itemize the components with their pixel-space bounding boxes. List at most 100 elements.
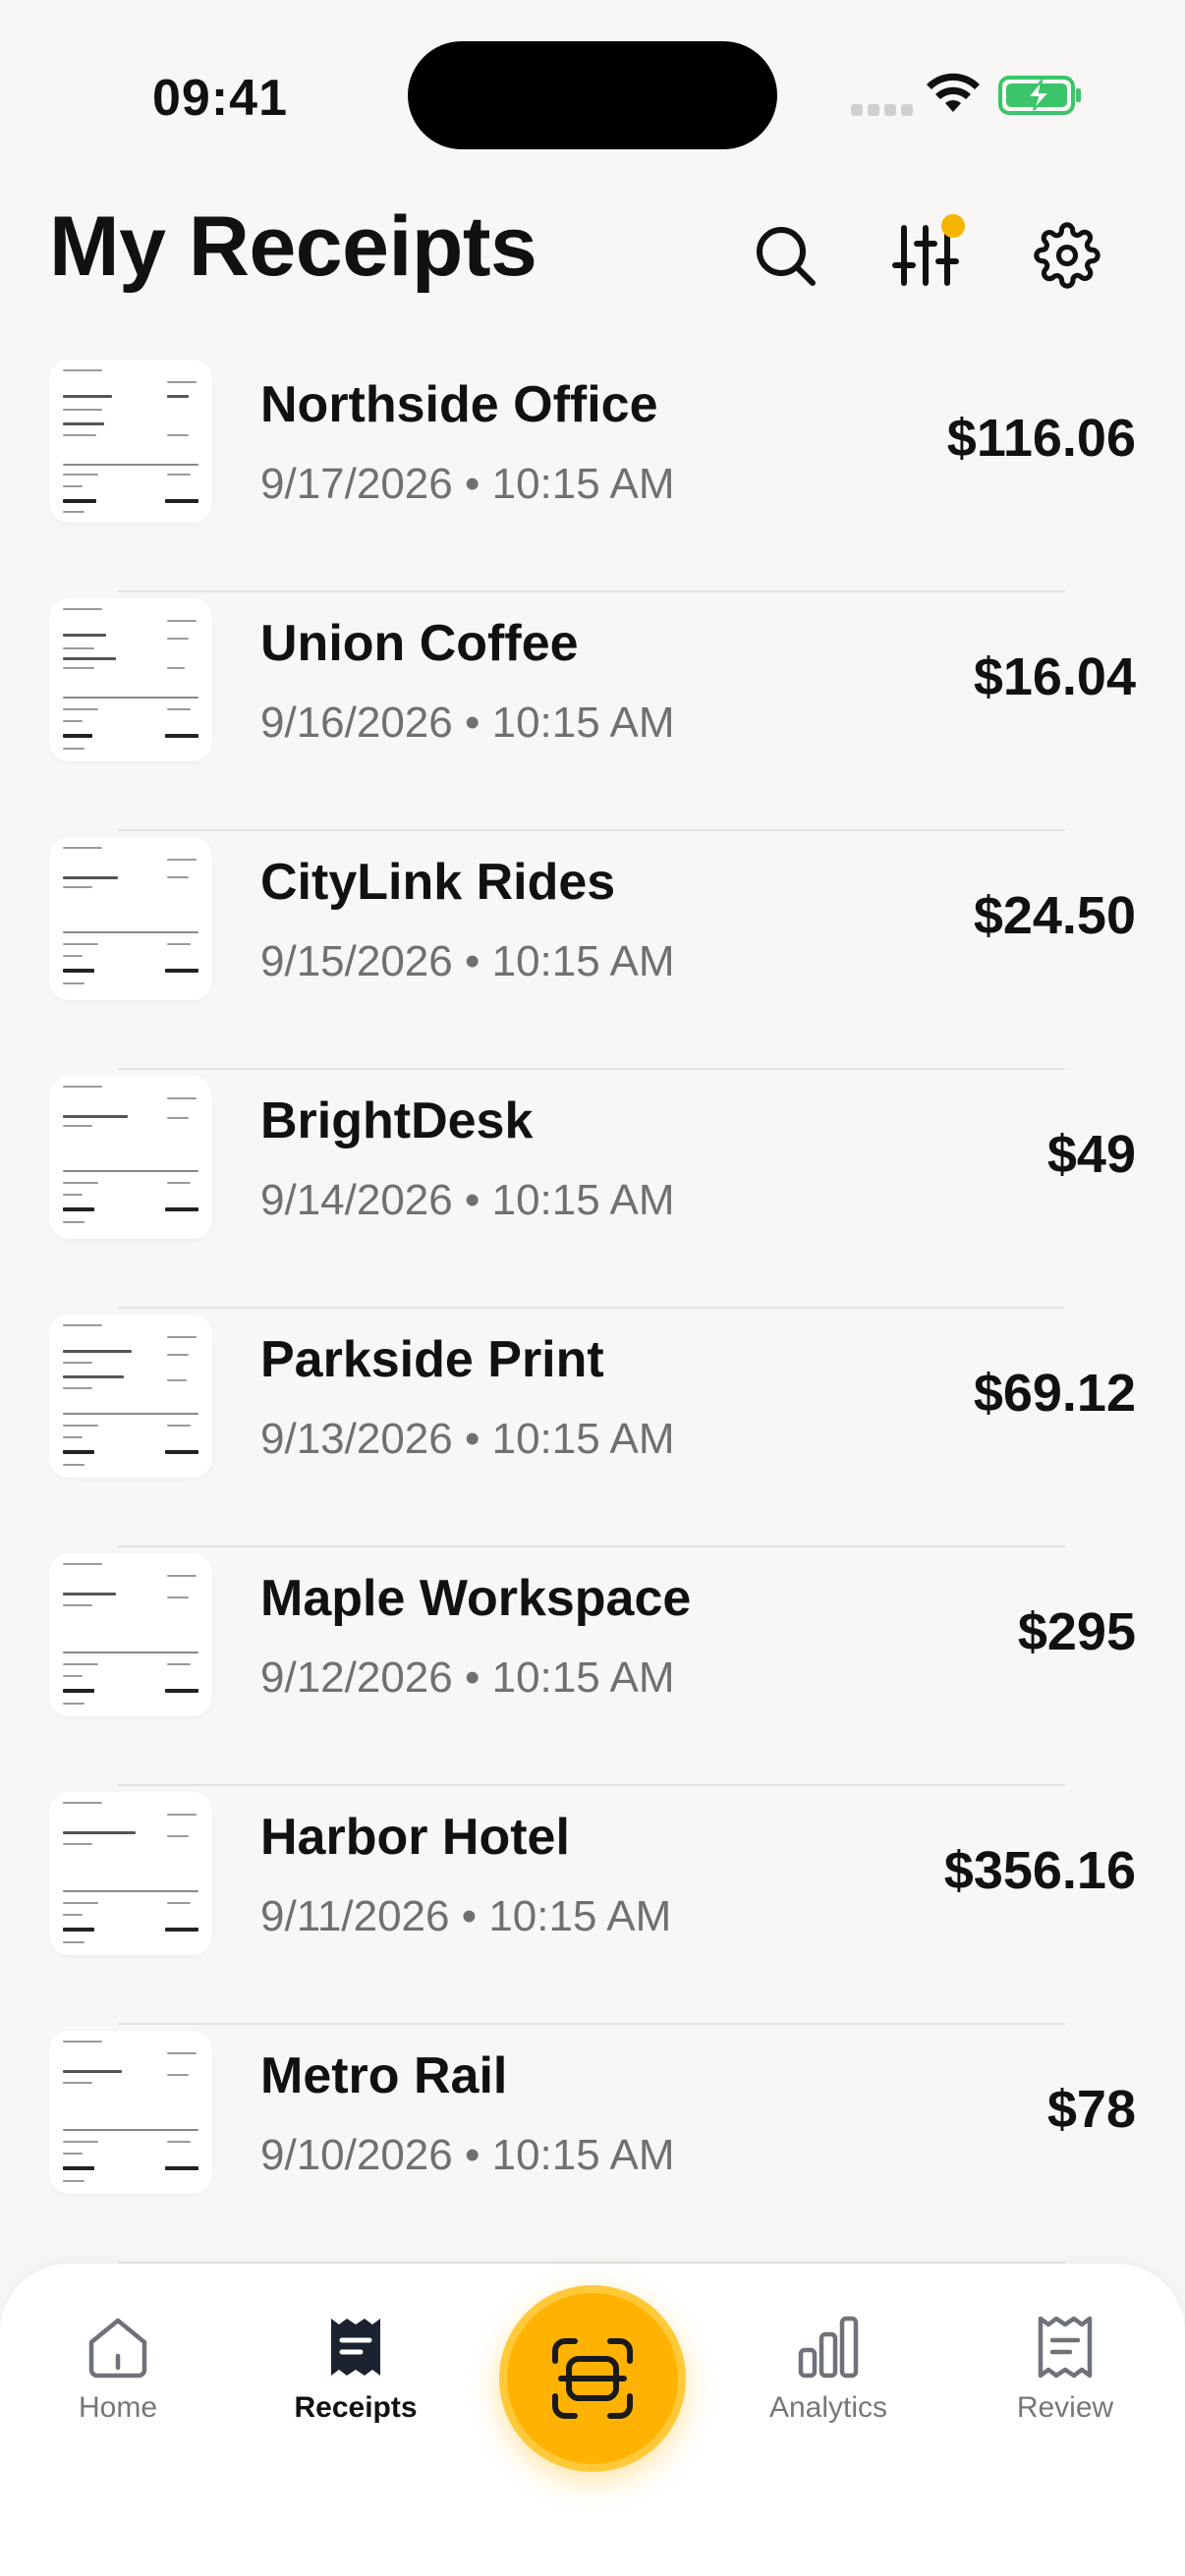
receipt-paper-line [63,1593,116,1596]
receipt-paper-line [167,1596,189,1598]
receipt-row[interactable]: BrightDesk 9/14/2026 • 10:15 AM $49 [0,1070,1185,1309]
cellular-signal-icon [851,104,913,116]
receipt-paper-line [63,1375,124,1378]
receipt-paper-line [63,969,94,973]
filter-button[interactable] [884,214,967,297]
receipt-paper-line [63,1221,85,1223]
receipt-thumbnail [49,598,212,761]
tab-home[interactable]: Home [20,2313,216,2425]
status-bar: 09:41 [0,0,1185,187]
receipt-paper-line [63,1194,83,1196]
receipt-paper-line [167,859,197,861]
gear-icon [1034,222,1100,289]
receipt-paper-line [63,1563,102,1565]
receipt-paper-line [63,876,118,879]
receipt-paper-line [63,608,102,610]
receipt-amount: $116.06 [946,409,1136,468]
receipt-amount: $69.12 [973,1364,1136,1423]
dynamic-island [408,41,777,149]
receipt-row[interactable]: CityLink Rides 9/15/2026 • 10:15 AM $24.… [0,831,1185,1070]
receipt-paper-line [63,2082,92,2084]
receipt-paper-line [63,474,98,476]
receipt-paper-line [63,2180,85,2182]
receipt-paper-line [63,1207,94,1211]
receipt-row[interactable]: Northside Office 9/17/2026 • 10:15 AM $1… [0,354,1185,592]
receipt-paper-line [63,982,85,984]
receipt-paper-line [167,1097,197,1099]
receipt-paper-line [167,1354,189,1356]
receipt-row[interactable]: Metro Rail 9/10/2026 • 10:15 AM $78 [0,2025,1185,2264]
receipt-paper-line [63,395,112,398]
receipt-paper-line [63,1115,128,1118]
filter-active-indicator [941,214,965,238]
receipt-paper-line [167,1336,197,1338]
receipt-paper-line [167,1663,191,1665]
receipt-paper-line [167,1182,191,1184]
receipt-merchant: Parkside Print [260,1331,604,1388]
receipt-paper-line [167,2052,197,2054]
receipt-paper-line [63,1843,92,1845]
receipt-paper-line [167,1425,191,1427]
tab-receipts-label: Receipts [294,2391,418,2424]
receipt-paper-line [63,697,198,699]
receipt-paper-line [63,634,106,637]
receipt-paper-line [63,1324,102,1326]
receipt-amount: $78 [1046,2080,1136,2139]
receipt-thumbnail [49,1315,212,1478]
receipt-paper-line [63,1170,198,1172]
receipt-paper-line [165,499,198,503]
status-time: 09:41 [152,70,288,127]
receipt-paper-line [63,1902,98,1904]
settings-button[interactable] [1026,214,1108,297]
receipt-date: 9/14/2026 • 10:15 AM [260,1176,675,1224]
receipt-paper-line [63,409,102,411]
receipt-amount: $24.50 [973,886,1136,945]
receipt-row[interactable]: Parkside Print 9/13/2026 • 10:15 AM $69.… [0,1309,1185,1547]
receipt-row[interactable]: Maple Workspace 9/12/2026 • 10:15 AM $29… [0,1547,1185,1786]
receipt-list: Northside Office 9/17/2026 • 10:15 AM $1… [0,354,1185,2264]
receipt-paper-line [63,748,85,750]
receipt-icon [331,2319,380,2376]
receipt-paper-line [63,1604,92,1606]
receipt-paper-line [167,474,191,476]
receipt-paper-line [63,1914,83,1916]
receipt-paper-line [63,434,96,436]
receipt-paper-line [165,1928,198,1932]
receipt-paper-line [63,1703,85,1705]
receipt-merchant: Maple Workspace [260,1570,692,1627]
receipt-paper-line [63,1350,132,1353]
home-icon [88,2318,147,2379]
receipt-paper-line [63,720,83,722]
tab-receipts[interactable]: Receipts [257,2313,454,2425]
receipt-row[interactable]: Union Coffee 9/16/2026 • 10:15 AM $16.04 [0,592,1185,831]
receipt-thumbnail [49,1553,212,1716]
search-button[interactable] [744,214,826,297]
receipt-paper-line [63,2041,102,2043]
tab-analytics[interactable]: Analytics [730,2313,927,2425]
receipt-paper-line [63,1436,83,1438]
receipt-paper-line [167,395,189,398]
scan-receipt-button[interactable] [499,2285,686,2472]
receipt-paper-line [167,1902,191,1904]
receipt-paper-line [165,969,198,973]
receipt-paper-line [63,1464,85,1466]
scan-icon [552,2338,633,2419]
receipt-paper-line [167,381,197,383]
receipt-thumbnail [49,1792,212,1955]
receipt-paper-line [63,1689,94,1693]
receipt-paper-line [63,464,198,466]
receipt-merchant: CityLink Rides [260,854,616,911]
receipt-amount: $295 [1017,1602,1136,1661]
receipt-thumbnail [49,360,212,523]
receipt-paper-line [63,1928,94,1932]
tab-review[interactable]: Review [967,2313,1163,2425]
page-title: My Receipts [49,199,537,294]
receipt-thumbnail [49,837,212,1000]
receipt-date: 9/11/2026 • 10:15 AM [260,1892,672,1940]
tab-home-label: Home [78,2391,158,2424]
receipt-paper-line [167,2074,189,2076]
receipt-row[interactable]: Harbor Hotel 9/11/2026 • 10:15 AM $356.1… [0,1786,1185,2025]
receipt-paper-line [63,1802,102,1804]
receipt-paper-line [63,1652,198,1653]
receipt-date: 9/12/2026 • 10:15 AM [260,1653,675,1702]
